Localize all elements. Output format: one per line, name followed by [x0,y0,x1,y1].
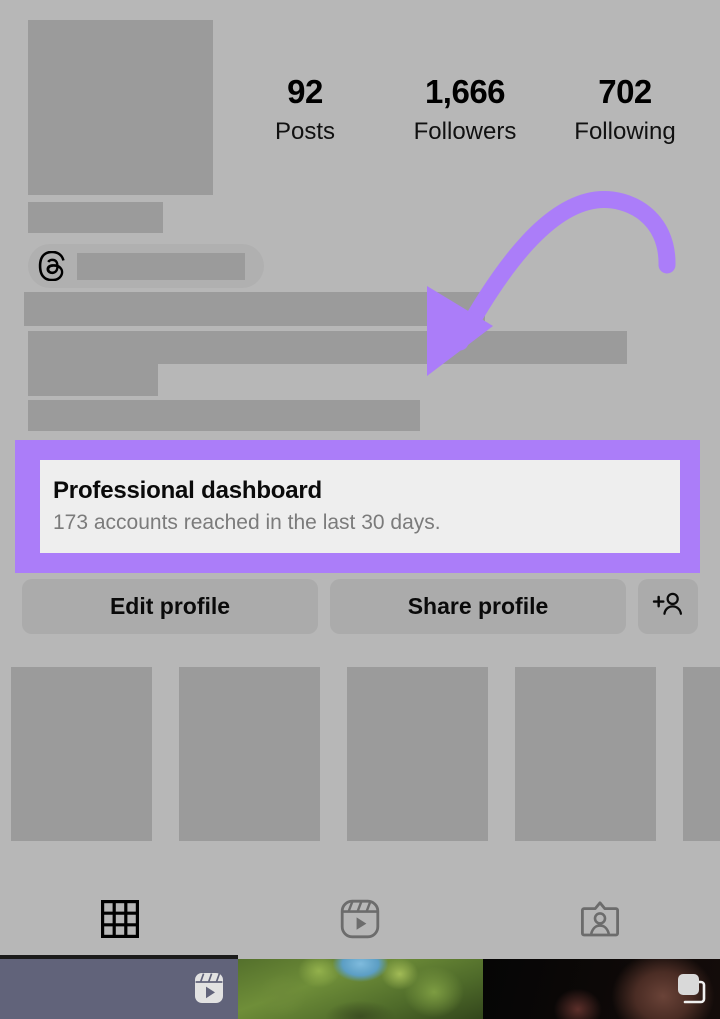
stat-posts[interactable]: 92 Posts [230,72,380,148]
username [28,202,163,233]
tab-tagged[interactable] [480,880,720,958]
post-thumbnail[interactable] [11,667,152,841]
carousel-icon [673,969,711,1007]
add-person-icon [652,590,684,624]
professional-dashboard-title: Professional dashboard [53,477,322,504]
following-label: Following [574,118,676,145]
reels-icon [340,899,380,939]
avatar[interactable] [28,20,213,195]
post-thumbnail[interactable] [179,667,320,841]
following-count: 702 [598,73,652,110]
reels-icon [192,971,226,1005]
threads-icon [38,250,68,282]
post-thumbnail[interactable] [683,667,720,841]
bio-line-1 [24,292,485,326]
posts-label: Posts [274,118,336,145]
post-preview-2[interactable] [238,959,483,1019]
post-preview-1[interactable] [0,959,238,1019]
add-person-button[interactable] [638,579,698,634]
professional-dashboard-card[interactable]: Professional dashboard 173 accounts reac… [40,460,680,553]
threads-badge[interactable] [28,244,264,288]
threads-handle [77,252,245,280]
bio-line-4 [28,400,420,431]
profile-tab-bar [0,880,720,958]
grid-icon [101,900,139,938]
followers-label: Followers [413,118,517,145]
tab-grid[interactable] [0,880,240,958]
stat-followers[interactable]: 1,666 Followers [390,72,540,148]
share-profile-button[interactable]: Share profile [330,579,626,634]
edit-profile-button[interactable]: Edit profile [22,579,318,634]
tab-reels[interactable] [240,880,480,958]
post-preview-3[interactable] [483,959,720,1019]
bio-line-2 [28,331,627,364]
instagram-profile-screen: 92 Posts 1,666 Followers 702 Following P… [0,0,720,1019]
profile-action-row: Edit profile Share profile [22,579,698,634]
professional-dashboard-subtitle: 173 accounts reached in the last 30 days… [53,511,441,534]
posts-count: 92 [287,73,323,110]
post-grid [11,667,720,841]
post-thumbnail[interactable] [347,667,488,841]
post-thumbnail[interactable] [515,667,656,841]
bottom-preview-strip [0,959,720,1019]
profile-stats: 92 Posts 1,666 Followers 702 Following [225,72,705,172]
tagged-icon [580,899,620,939]
bio-line-3 [28,364,158,396]
stat-following[interactable]: 702 Following [550,72,700,148]
followers-count: 1,666 [424,73,506,110]
